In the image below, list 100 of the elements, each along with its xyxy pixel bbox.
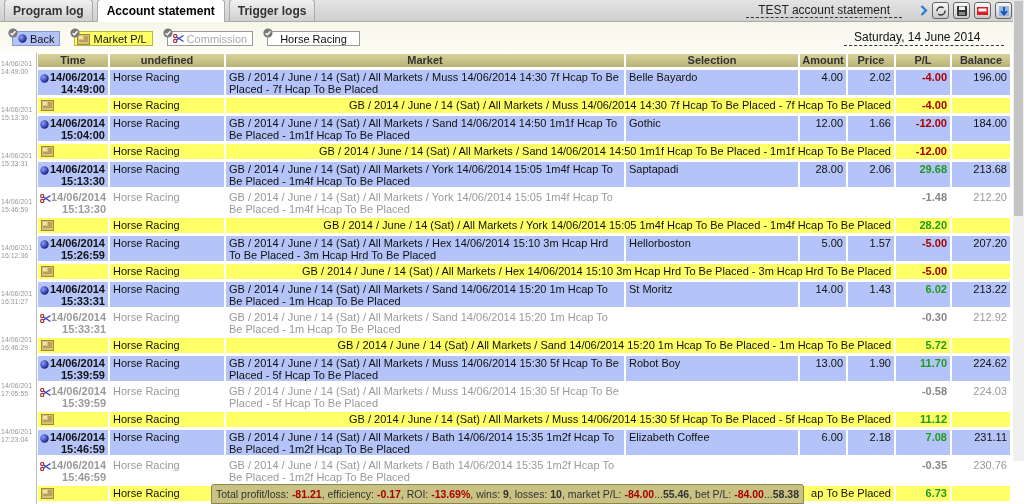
table-cell: 11.70 bbox=[896, 356, 950, 381]
package-icon bbox=[41, 265, 54, 277]
table-cell: Horse Racing bbox=[110, 70, 224, 95]
scissors-icon bbox=[40, 388, 51, 397]
table-cell: Horse Racing bbox=[110, 144, 224, 159]
table-cell: 224.62 bbox=[952, 356, 1010, 381]
table-cell: Horse Racing bbox=[110, 430, 224, 455]
package-icon bbox=[41, 145, 54, 157]
ball-icon bbox=[18, 34, 27, 43]
table-cell: Horse Racing bbox=[110, 162, 224, 187]
timestamp: 14/06/2014 15:33:31 bbox=[49, 283, 105, 307]
filter-button[interactable]: Horse Racing bbox=[267, 31, 360, 46]
table-cell: Horse Racing bbox=[110, 264, 224, 279]
table-cell bbox=[952, 486, 1010, 501]
table-cell: 12.00 bbox=[800, 116, 846, 141]
table-cell: 7.08 bbox=[896, 430, 950, 455]
table-cell: 5.00 bbox=[800, 236, 846, 261]
table-cell: GB / 2014 / June / 14 (Sat) / All Markets / York 14/06/2014 15:05 1m4f Hcap To Be Placed - 1m4f Hcap To Be Placed bbox=[226, 162, 624, 187]
download-button[interactable] bbox=[995, 2, 1012, 19]
package-icon bbox=[41, 487, 54, 499]
table-cell bbox=[952, 412, 1010, 427]
timestamp: 14/06/2014 15:26:59 bbox=[49, 237, 105, 261]
package-icon bbox=[41, 339, 54, 351]
check-icon[interactable] bbox=[263, 28, 274, 38]
tab[interactable]: Account statement bbox=[96, 0, 225, 22]
table-cell: 5.72 bbox=[896, 338, 950, 353]
table-cell: 1.43 bbox=[848, 282, 894, 307]
timestamp: 14/06/2014 15:13:30 bbox=[49, 163, 105, 187]
column-header: Amount bbox=[800, 54, 846, 67]
scissors-icon bbox=[40, 314, 51, 323]
table-cell: GB / 2014 / June / 14 (Sat) / All Markets / Muss 14/06/2014 15:30 5f Hcap To Be Placed - 5f Hcap To Be Placed bbox=[226, 356, 624, 381]
table-cell: 29.68 bbox=[896, 162, 950, 187]
tray-icon bbox=[976, 4, 989, 17]
table-cell bbox=[952, 144, 1010, 159]
timestamp: 14/06/2014 15:46:59 bbox=[51, 459, 107, 483]
table-cell: GB / 2014 / June / 14 (Sat) / All Markets / Sand 14/06/2014 15:20 1m Hcap To Be Placed - 1m Hcap To Be Placed bbox=[226, 282, 624, 307]
column-header: undefined bbox=[110, 54, 224, 67]
table-cell: 14.00 bbox=[800, 282, 846, 307]
scissors-icon bbox=[40, 462, 51, 471]
table-cell: -5.00 bbox=[896, 236, 950, 261]
package-icon bbox=[41, 99, 54, 111]
check-icon[interactable] bbox=[70, 28, 81, 38]
ball-icon bbox=[40, 240, 49, 249]
download-icon bbox=[997, 4, 1010, 17]
column-header: Price bbox=[848, 54, 894, 67]
refresh-icon bbox=[934, 4, 947, 17]
tab[interactable]: Trigger logs bbox=[228, 0, 316, 21]
table-cell: Belle Bayardo bbox=[626, 70, 798, 95]
timestamp: 14/06/2014 14:49:00 bbox=[49, 71, 105, 95]
ball-icon bbox=[40, 166, 49, 175]
table-cell: 28.00 bbox=[800, 162, 846, 187]
table-cell: Horse Racing bbox=[110, 282, 224, 307]
ball-icon bbox=[40, 360, 49, 369]
table-cell bbox=[952, 338, 1010, 353]
table-cell: 1.57 bbox=[848, 236, 894, 261]
filter-button[interactable]: Back bbox=[12, 31, 61, 46]
table-cell: 2.18 bbox=[848, 430, 894, 455]
tray-button[interactable] bbox=[974, 2, 991, 19]
timestamp: 14/06/2014 15:13:30 bbox=[51, 191, 107, 215]
table-cell: Elizabeth Coffee bbox=[626, 430, 798, 455]
table-cell: 4.00 bbox=[800, 70, 846, 95]
table-cell: Hellorboston bbox=[626, 236, 798, 261]
column-header: Time bbox=[38, 54, 108, 67]
table-cell: -4.00 bbox=[896, 98, 950, 113]
scrollbar[interactable] bbox=[1013, 1, 1024, 461]
chevron-right-icon[interactable] bbox=[920, 5, 928, 16]
package-icon bbox=[41, 413, 54, 425]
table-cell: GB / 2014 / June / 14 (Sat) / All Markets / Muss 14/06/2014 14:30 7f Hcap To Be Placed - 7f Hcap To Be Placed bbox=[226, 98, 894, 113]
scissors-icon bbox=[172, 34, 184, 43]
table-cell: GB / 2014 / June / 14 (Sat) / All Markets / Bath 14/06/2014 15:35 1m2f Hcap To Be Placed - 1m2f Hcap To Be Placed bbox=[226, 430, 624, 455]
table-cell: Horse Racing bbox=[110, 356, 224, 381]
ball-icon bbox=[40, 120, 49, 129]
save-icon bbox=[955, 4, 968, 17]
package-icon bbox=[41, 219, 54, 231]
table-cell: 28.20 bbox=[896, 218, 950, 233]
table-cell: 213.22 bbox=[952, 282, 1010, 307]
table-cell: Horse Racing bbox=[110, 236, 224, 261]
table-cell: GB / 2014 / June / 14 (Sat) / All Markets / Muss 14/06/2014 15:30 5f Hcap To Be Placed - 5f Hcap To Be Placed bbox=[226, 412, 894, 427]
column-header: Market bbox=[226, 54, 624, 67]
table-cell: GB / 2014 / June / 14 (Sat) / All Markets / York 14/06/2014 15:05 1m4f Hcap To Be Placed - 1m4f Hcap To Be Placed bbox=[226, 218, 894, 233]
summary-tooltip: Total profit/loss: -81.21, efficiency: -0.17, ROI: -13.69%, wins: 9, losses: 10, market P/L: -84.00...55.46, bet P/L: -84.00...58.38 bbox=[211, 484, 804, 504]
tab[interactable]: Program log bbox=[4, 0, 93, 21]
table-cell bbox=[952, 218, 1010, 233]
column-header: Selection bbox=[626, 54, 798, 67]
account-title: TEST account statement bbox=[746, 3, 902, 18]
check-icon[interactable] bbox=[162, 28, 173, 38]
package-icon bbox=[77, 32, 91, 45]
table-cell: 6.73 bbox=[896, 486, 950, 501]
table-cell: 184.00 bbox=[952, 116, 1010, 141]
table-cell: 13.00 bbox=[800, 356, 846, 381]
save-button[interactable] bbox=[953, 2, 970, 19]
table-cell: Robot Boy bbox=[626, 356, 798, 381]
check-icon[interactable] bbox=[8, 28, 18, 38]
timestamp: 14/06/2014 15:46:59 bbox=[49, 431, 105, 455]
table-cell: Horse Racing bbox=[110, 412, 224, 427]
timestamp: 14/06/2014 15:04:00 bbox=[49, 117, 105, 141]
table-cell: GB / 2014 / June / 14 (Sat) / All Markets / Sand 14/06/2014 15:20 1m Hcap To Be Placed - 1m Hcap To Be Placed bbox=[226, 338, 894, 353]
filter-button[interactable]: Market P/L bbox=[74, 31, 153, 46]
table-cell: 11.12 bbox=[896, 412, 950, 427]
refresh-button[interactable] bbox=[932, 2, 949, 19]
